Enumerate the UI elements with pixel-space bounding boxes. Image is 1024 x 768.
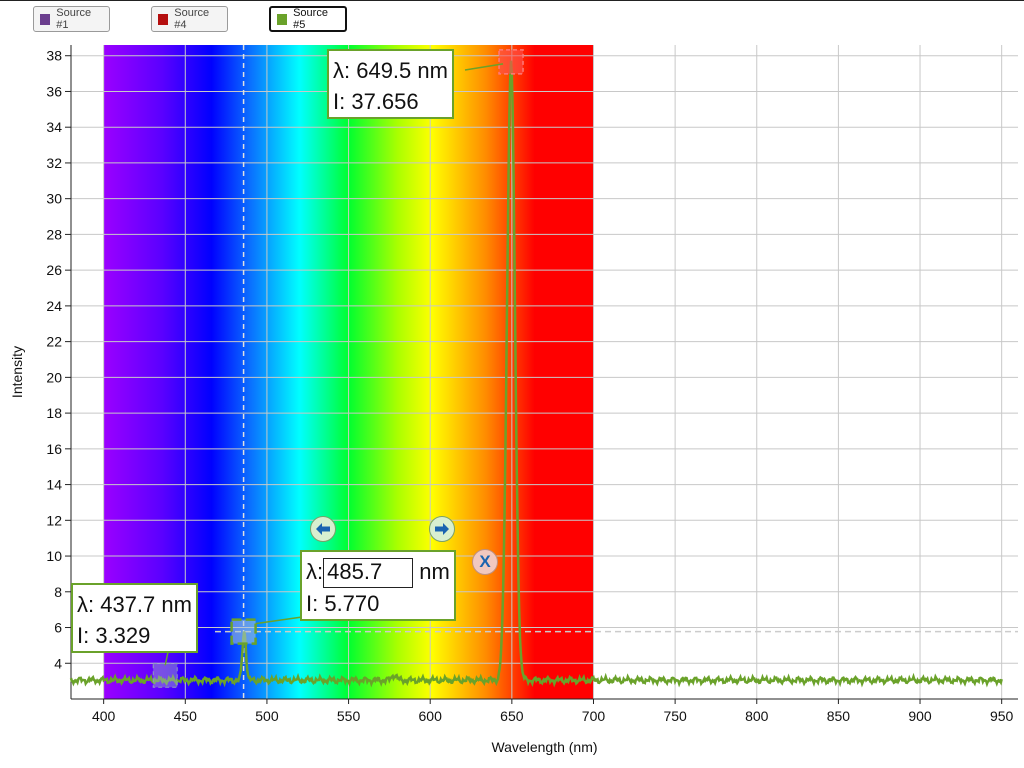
close-marker-button[interactable]: X — [472, 549, 498, 575]
x-axis-ticks: 400 450 500 550 600 650 700 750 800 850 900 950 — [92, 699, 1014, 724]
y-tick-label: 18 — [46, 405, 62, 421]
y-tick-label: 36 — [46, 83, 62, 99]
next-marker-button[interactable] — [429, 516, 455, 542]
marker-edit-unit: nm — [419, 559, 450, 584]
x-tick-label: 750 — [663, 708, 687, 724]
wavelength-input[interactable]: 485.7 — [323, 558, 414, 589]
x-tick-label: 700 — [582, 708, 606, 724]
marker-left-intensity: I: 3.329 — [77, 623, 151, 648]
marker-left-lambda: λ: 437.7 nm — [77, 592, 192, 617]
x-axis-label: Wavelength (nm) — [491, 739, 597, 755]
y-tick-label: 20 — [46, 369, 62, 385]
y-axis-label: Intensity — [9, 346, 25, 398]
y-tick-label: 6 — [54, 620, 62, 636]
x-tick-label: 600 — [419, 708, 443, 724]
x-tick-label: 500 — [255, 708, 279, 724]
peak-high-intensity: I: 37.656 — [333, 89, 419, 114]
y-tick-label: 12 — [46, 512, 62, 528]
arrow-right-icon — [435, 523, 449, 535]
marker-edit — [230, 618, 257, 645]
y-tick-label: 10 — [46, 548, 62, 564]
marker-left — [152, 662, 178, 688]
y-tick-label: 4 — [54, 655, 62, 671]
arrow-left-icon — [316, 523, 330, 535]
marker-edit-tooltip: λ: 485.7 nm I: 5.770 — [300, 550, 456, 622]
y-tick-label: 22 — [46, 334, 62, 350]
x-tick-label: 900 — [908, 708, 932, 724]
marker-peak-high — [498, 49, 524, 75]
y-tick-label: 26 — [46, 262, 62, 278]
y-tick-label: 14 — [46, 477, 62, 493]
y-tick-label: 34 — [46, 119, 62, 135]
y-tick-label: 16 — [46, 441, 62, 457]
marker-edit-intensity: I: 5.770 — [306, 591, 380, 617]
y-tick-label: 32 — [46, 155, 62, 171]
y-axis-ticks: 4 6 8 10 12 14 16 18 20 22 24 26 28 30 32 34 36 38 — [46, 48, 71, 671]
peak-high-lambda: λ: 649.5 nm — [333, 58, 448, 83]
y-tick-label: 30 — [46, 191, 62, 207]
prev-marker-button[interactable] — [310, 516, 336, 542]
x-tick-label: 400 — [92, 708, 116, 724]
y-tick-label: 28 — [46, 226, 62, 242]
x-tick-label: 550 — [337, 708, 361, 724]
x-tick-label: 800 — [745, 708, 769, 724]
marker-left-tooltip: λ: 437.7 nm I: 3.329 — [71, 583, 198, 653]
y-tick-label: 38 — [46, 48, 62, 64]
marker-edit-lambda-prefix: λ: — [306, 559, 324, 584]
x-tick-label: 450 — [174, 708, 198, 724]
x-tick-label: 850 — [827, 708, 851, 724]
peak-high-tooltip: λ: 649.5 nm I: 37.656 — [327, 49, 454, 119]
y-tick-label: 24 — [46, 298, 62, 314]
x-tick-label: 650 — [500, 708, 524, 724]
y-tick-label: 8 — [54, 584, 62, 600]
close-icon: X — [479, 552, 491, 571]
x-tick-label: 950 — [990, 708, 1014, 724]
